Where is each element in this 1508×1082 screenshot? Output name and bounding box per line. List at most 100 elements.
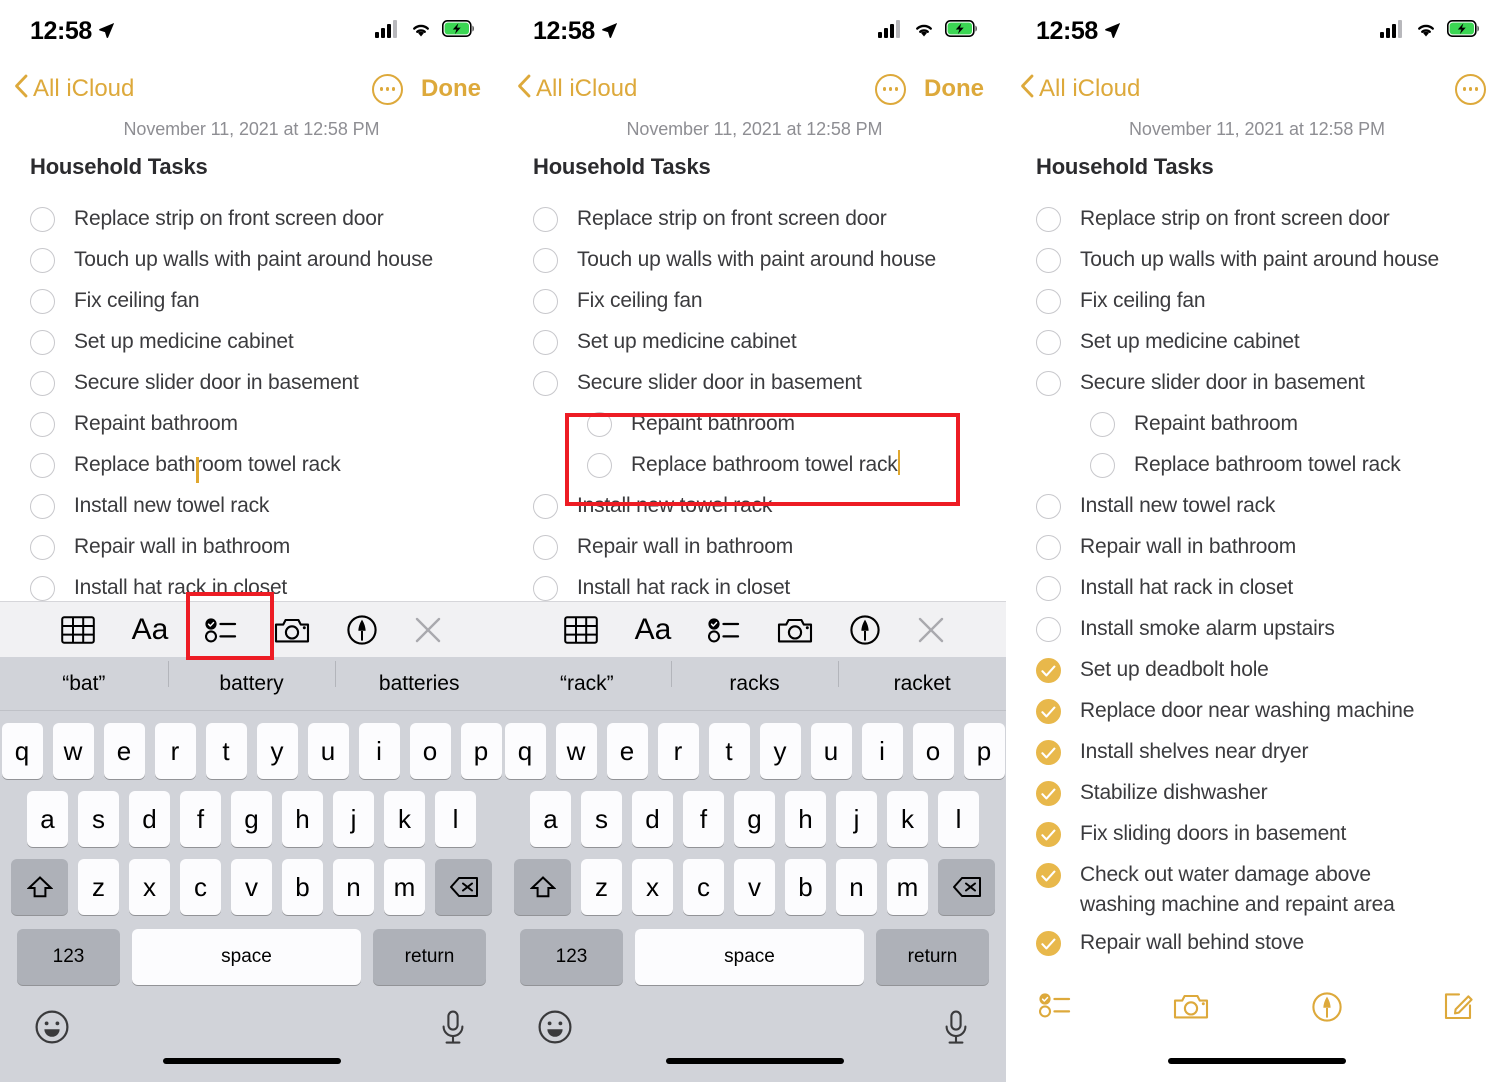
key-e[interactable]: e: [103, 723, 145, 779]
checkbox-unchecked[interactable]: [30, 453, 55, 478]
checklist-item[interactable]: Install smoke alarm upstairs: [1006, 614, 1508, 655]
checkbox-checked[interactable]: [1036, 740, 1061, 765]
suggestion-1[interactable]: racks: [670, 660, 839, 696]
checkbox-checked[interactable]: [1036, 931, 1061, 956]
back-to-all-icloud-button[interactable]: All iCloud: [517, 74, 637, 105]
key-k[interactable]: k: [384, 791, 425, 847]
checklist-item[interactable]: Replace strip on front screen door: [1006, 204, 1508, 245]
checklist-item[interactable]: Install new towel rack: [1006, 491, 1508, 532]
close-icon[interactable]: [917, 616, 945, 644]
numbers-key[interactable]: 123: [17, 929, 120, 985]
checklist-item[interactable]: Secure slider door in basement: [503, 368, 1006, 409]
markup-pen-icon[interactable]: [850, 614, 881, 645]
checklist-item[interactable]: Set up medicine cabinet: [0, 327, 503, 368]
checklist-item[interactable]: Touch up walls with paint around house: [503, 245, 1006, 286]
key-g[interactable]: g: [734, 791, 775, 847]
backspace-key[interactable]: [938, 859, 995, 915]
suggestion-2[interactable]: batteries: [335, 660, 503, 696]
checkbox-unchecked[interactable]: [30, 289, 55, 314]
checklist-subitem[interactable]: Repaint bathroom: [1006, 409, 1508, 450]
checkbox-unchecked[interactable]: [1090, 412, 1115, 437]
key-t[interactable]: t: [708, 723, 750, 779]
checklist-item-completed[interactable]: Fix sliding doors in basement: [1006, 819, 1508, 860]
key-z[interactable]: z: [581, 859, 622, 915]
close-icon[interactable]: [414, 616, 442, 644]
checklist-item[interactable]: Install new towel rack: [0, 491, 503, 532]
checklist-icon[interactable]: [708, 617, 740, 643]
camera-icon[interactable]: [777, 616, 813, 644]
key-s[interactable]: s: [581, 791, 622, 847]
backspace-key[interactable]: [435, 859, 492, 915]
checklist-item-completed[interactable]: Stabilize dishwasher: [1006, 778, 1508, 819]
checklist-item[interactable]: Install new towel rack: [503, 491, 1006, 532]
checkbox-unchecked[interactable]: [30, 207, 55, 232]
checkbox-checked[interactable]: [1036, 699, 1061, 724]
suggestion-2[interactable]: racket: [838, 660, 1006, 696]
key-j[interactable]: j: [333, 791, 374, 847]
checkbox-unchecked[interactable]: [1036, 207, 1061, 232]
key-y[interactable]: y: [256, 723, 298, 779]
key-b[interactable]: b: [785, 859, 826, 915]
key-f[interactable]: f: [180, 791, 221, 847]
checkbox-unchecked[interactable]: [1036, 617, 1061, 642]
key-o[interactable]: o: [912, 723, 954, 779]
key-l[interactable]: l: [938, 791, 979, 847]
key-b[interactable]: b: [282, 859, 323, 915]
text-format-icon[interactable]: Aa: [132, 613, 169, 647]
checkbox-unchecked[interactable]: [1036, 576, 1061, 601]
checkbox-unchecked[interactable]: [30, 576, 55, 601]
checkbox-unchecked[interactable]: [30, 371, 55, 396]
key-z[interactable]: z: [78, 859, 119, 915]
checklist-item[interactable]: Fix ceiling fan: [0, 286, 503, 327]
checkbox-unchecked[interactable]: [1036, 371, 1061, 396]
checkbox-unchecked[interactable]: [533, 330, 558, 355]
key-r[interactable]: r: [154, 723, 196, 779]
key-h[interactable]: h: [785, 791, 826, 847]
text-format-icon[interactable]: Aa: [635, 613, 672, 647]
checkbox-unchecked[interactable]: [30, 412, 55, 437]
suggestion-0[interactable]: “rack”: [503, 672, 671, 696]
key-f[interactable]: f: [683, 791, 724, 847]
checklist-icon[interactable]: [205, 617, 237, 643]
key-p[interactable]: p: [963, 723, 1005, 779]
checkbox-checked[interactable]: [1036, 658, 1061, 683]
checkbox-unchecked[interactable]: [533, 576, 558, 601]
key-u[interactable]: u: [307, 723, 349, 779]
key-c[interactable]: c: [180, 859, 221, 915]
key-m[interactable]: m: [887, 859, 928, 915]
key-y[interactable]: y: [759, 723, 801, 779]
checkbox-unchecked[interactable]: [533, 289, 558, 314]
checklist-item-completed[interactable]: Set up deadbolt hole: [1006, 655, 1508, 696]
key-i[interactable]: i: [358, 723, 400, 779]
key-n[interactable]: n: [836, 859, 877, 915]
markup-pen-icon[interactable]: [347, 614, 378, 645]
checklist-item-completed[interactable]: Install shelves near dryer: [1006, 737, 1508, 778]
checklist-item[interactable]: Replace strip on front screen door: [0, 204, 503, 245]
key-p[interactable]: p: [460, 723, 502, 779]
checklist-item[interactable]: Secure slider door in basement: [1006, 368, 1508, 409]
checkbox-unchecked[interactable]: [1090, 453, 1115, 478]
more-options-button[interactable]: [1455, 73, 1486, 105]
key-l[interactable]: l: [435, 791, 476, 847]
key-q[interactable]: q: [1, 723, 43, 779]
emoji-smiley-icon[interactable]: [35, 1010, 69, 1049]
more-options-button[interactable]: [372, 73, 403, 105]
checklist-item[interactable]: Repair wall in bathroom: [1006, 532, 1508, 573]
suggestion-0[interactable]: “bat”: [0, 672, 168, 696]
checklist-icon[interactable]: [1038, 992, 1071, 1023]
camera-icon[interactable]: [1173, 992, 1209, 1025]
checklist-item[interactable]: Set up medicine cabinet: [1006, 327, 1508, 368]
key-d[interactable]: d: [632, 791, 673, 847]
key-g[interactable]: g: [231, 791, 272, 847]
key-q[interactable]: q: [504, 723, 546, 779]
key-a[interactable]: a: [27, 791, 68, 847]
checkbox-unchecked[interactable]: [1036, 535, 1061, 560]
checkbox-unchecked[interactable]: [533, 207, 558, 232]
checkbox-checked[interactable]: [1036, 863, 1061, 888]
emoji-smiley-icon[interactable]: [538, 1010, 572, 1049]
checkbox-unchecked[interactable]: [587, 453, 612, 478]
key-v[interactable]: v: [231, 859, 272, 915]
key-x[interactable]: x: [632, 859, 673, 915]
done-button[interactable]: Done: [924, 75, 984, 103]
microphone-icon[interactable]: [943, 1010, 969, 1051]
